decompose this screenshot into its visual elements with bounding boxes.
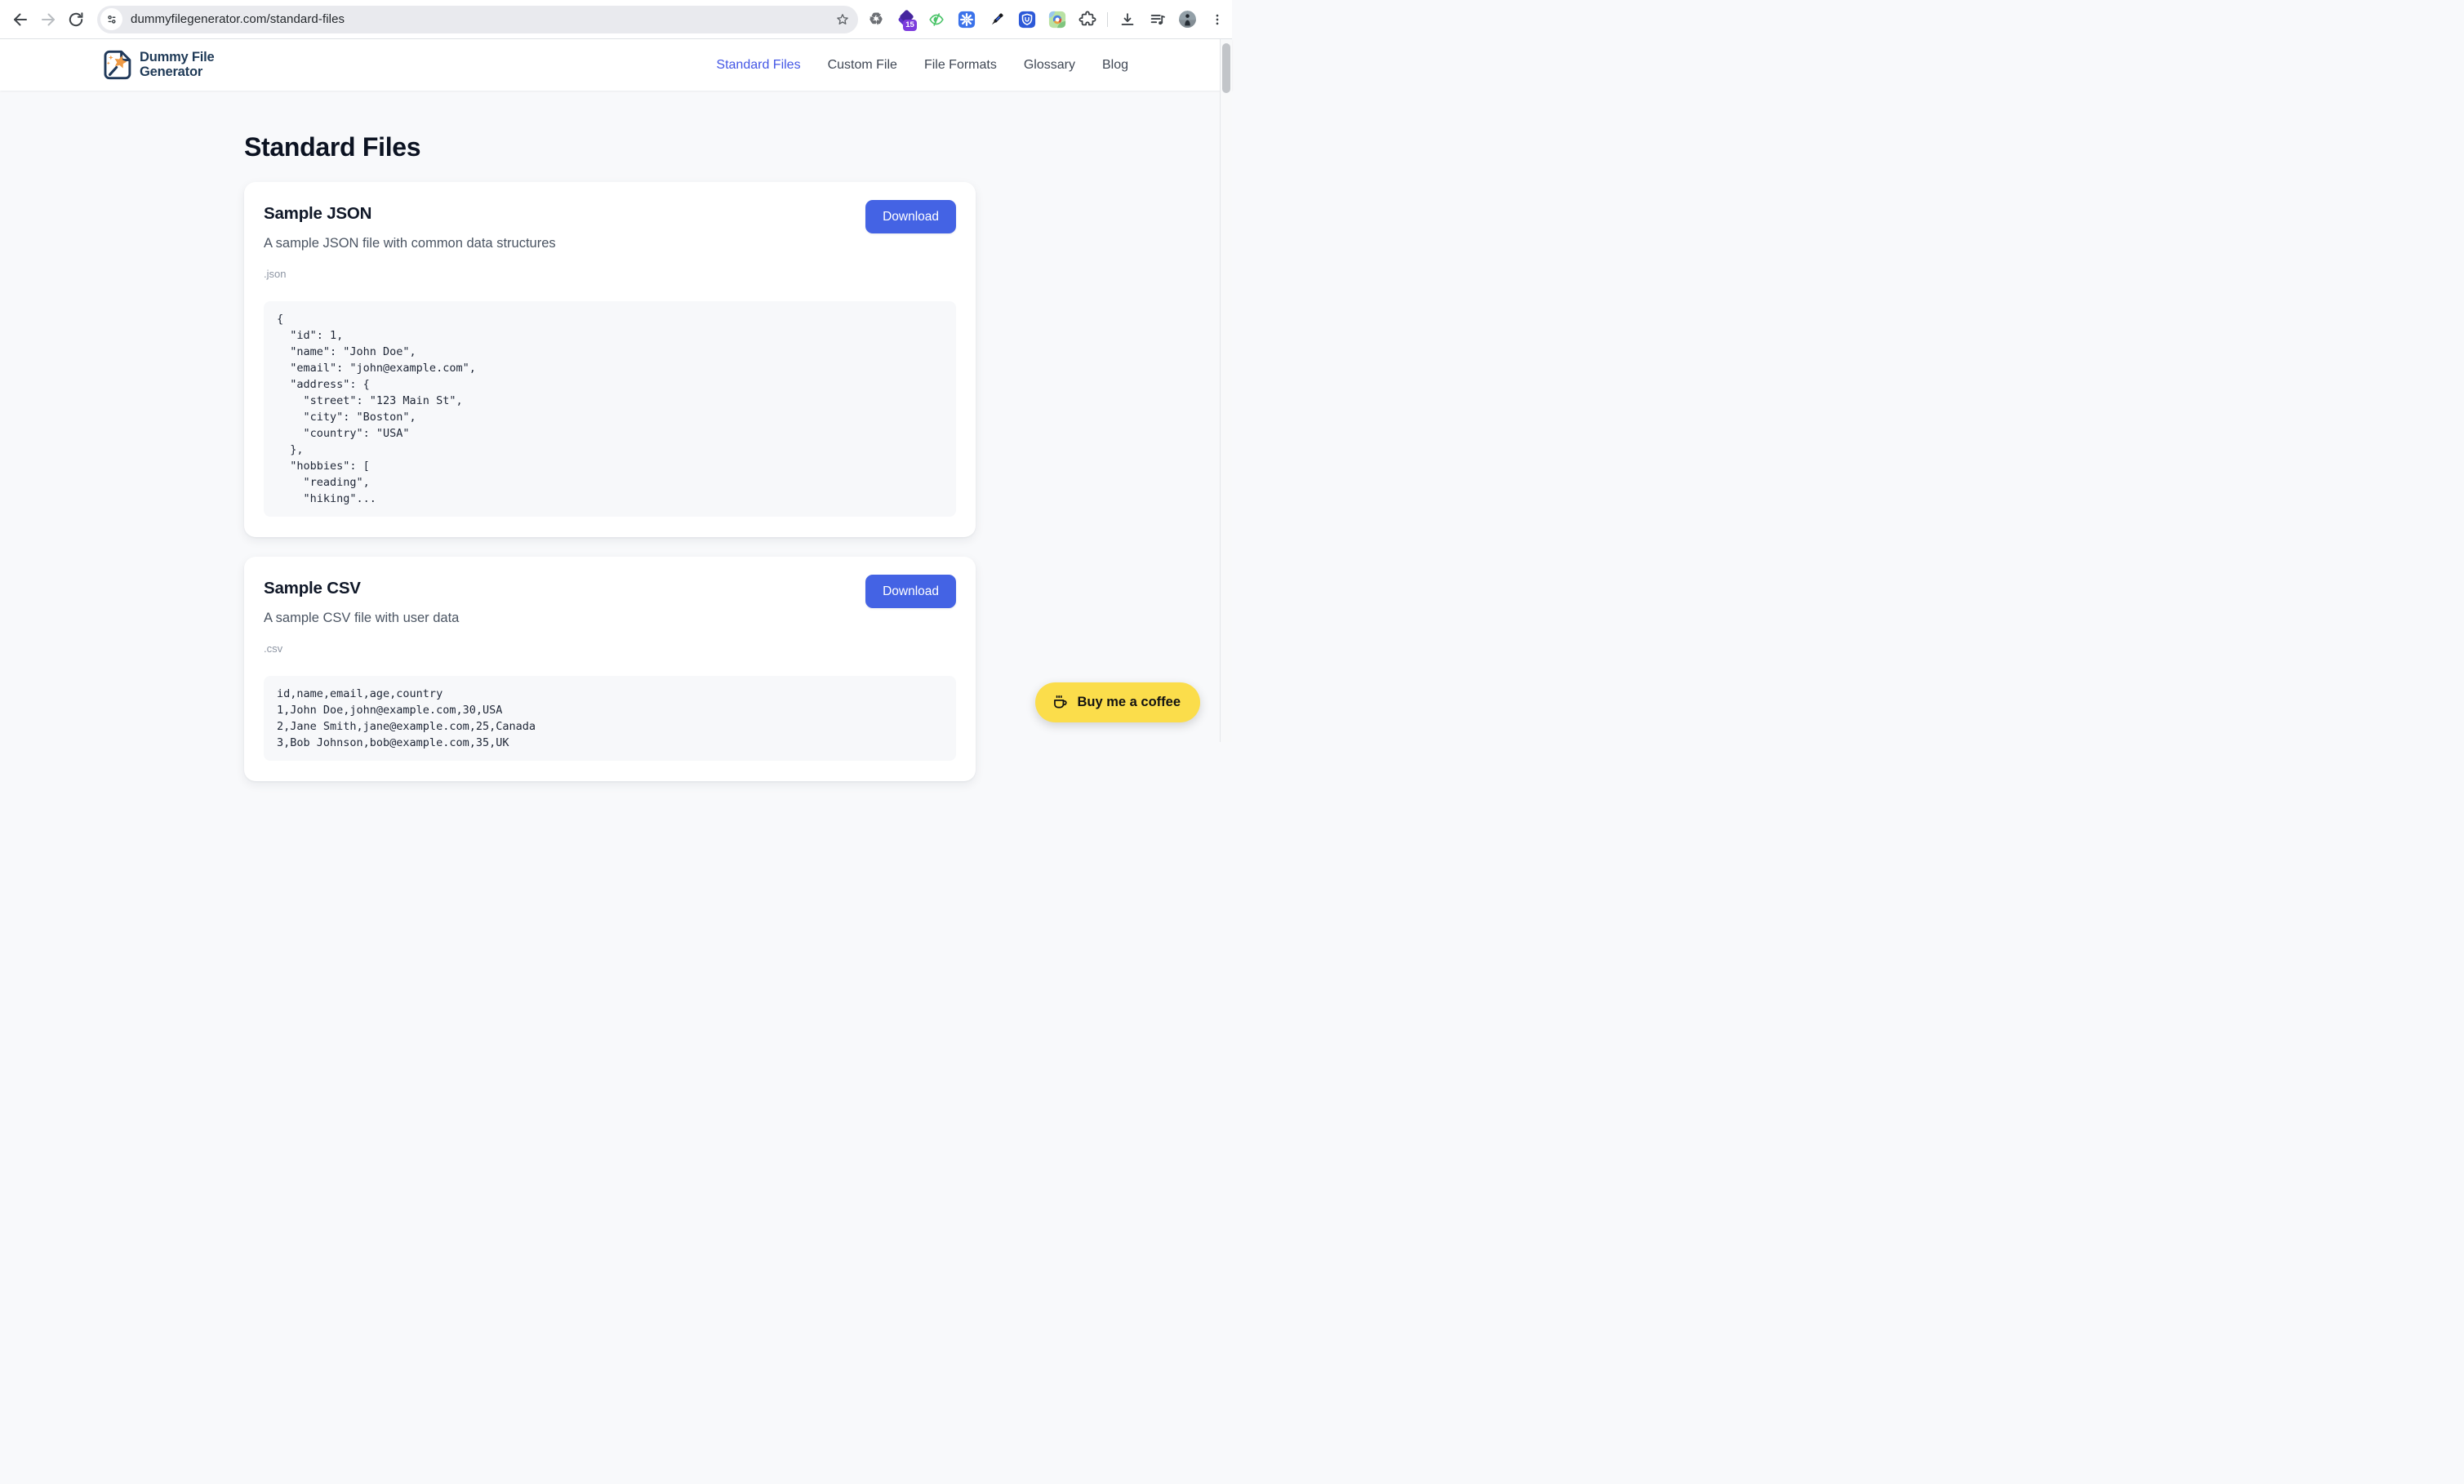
green-eye-leaf-extension-icon[interactable]: [927, 11, 945, 29]
file-extension-label: .json: [264, 268, 956, 281]
card-title: Sample JSON: [264, 204, 371, 224]
csv-code-preview: id,name,email,age,country 1,John Doe,joh…: [264, 676, 956, 761]
json-code-preview: { "id": 1, "name": "John Doe", "email": …: [264, 301, 956, 517]
card-description: A sample JSON file with common data stru…: [264, 233, 956, 253]
forward-icon: [38, 10, 58, 29]
main-nav: Standard Files Custom File File Formats …: [716, 58, 1128, 73]
page-scrollbar[interactable]: [1220, 39, 1232, 742]
bookmark-star-icon: [834, 11, 851, 28]
back-button[interactable]: [7, 6, 34, 33]
reload-button[interactable]: [62, 6, 90, 33]
main-content: Standard Files Sample JSON Download A sa…: [244, 131, 976, 781]
buy-me-a-coffee-button[interactable]: Buy me a coffee: [1035, 682, 1200, 722]
card-description: A sample CSV file with user data: [264, 608, 956, 628]
site-logo-text: Dummy File Generator: [140, 51, 215, 79]
browser-menu-button[interactable]: [1208, 11, 1226, 29]
password-shield-extension-icon[interactable]: [1018, 11, 1036, 29]
nav-standard-files[interactable]: Standard Files: [716, 58, 800, 73]
menu-dots-icon: [1210, 12, 1225, 27]
media-playlist-button[interactable]: [1149, 11, 1167, 29]
browser-window: dummyfilegenerator.com/standard-files ♻ …: [0, 0, 1232, 781]
site-settings-sliders-icon: [105, 12, 119, 27]
toolbar-divider: [1107, 12, 1108, 27]
nav-blog[interactable]: Blog: [1102, 58, 1128, 73]
download-json-button[interactable]: Download: [865, 200, 956, 233]
nav-glossary[interactable]: Glossary: [1024, 58, 1075, 73]
nav-file-formats[interactable]: File Formats: [924, 58, 997, 73]
page-title: Standard Files: [244, 131, 976, 162]
buy-me-a-coffee-label: Buy me a coffee: [1077, 695, 1181, 710]
browser-toolbar: dummyfilegenerator.com/standard-files ♻ …: [0, 0, 1232, 39]
extensions-puzzle-icon[interactable]: [1079, 11, 1096, 29]
downloads-icon: [1119, 11, 1136, 29]
color-picker-eyedropper-extension-icon[interactable]: [988, 11, 1006, 29]
file-extension-label: .csv: [264, 642, 956, 655]
reload-icon: [66, 10, 86, 29]
map-screenshot-extension-icon[interactable]: [1048, 11, 1066, 29]
recycle-extension-icon[interactable]: ♻: [867, 11, 885, 29]
logo-document-wand-icon: [100, 48, 134, 82]
card-header: Sample CSV Download: [264, 575, 956, 608]
blue-snowflake-extension-icon[interactable]: [958, 11, 976, 29]
nav-custom-file[interactable]: Custom File: [828, 58, 897, 73]
purple-diamond-extension-icon[interactable]: 15: [897, 11, 915, 29]
media-playlist-icon: [1149, 11, 1167, 29]
profile-avatar[interactable]: [1179, 11, 1196, 28]
forward-button[interactable]: [34, 6, 62, 33]
card-header: Sample JSON Download: [264, 200, 956, 233]
sample-json-card: Sample JSON Download A sample JSON file …: [244, 182, 976, 537]
site-settings-button[interactable]: [100, 8, 122, 30]
site-header: Dummy File Generator Standard Files Cust…: [0, 39, 1232, 91]
download-csv-button[interactable]: Download: [865, 575, 956, 608]
sample-csv-card: Sample CSV Download A sample CSV file wi…: [244, 557, 976, 781]
extensions-row: ♻ 15: [867, 11, 1096, 29]
url-text: dummyfilegenerator.com/standard-files: [131, 12, 345, 26]
url-bar[interactable]: dummyfilegenerator.com/standard-files: [97, 6, 858, 33]
downloads-button[interactable]: [1119, 11, 1136, 29]
extension-count-badge: 15: [903, 20, 917, 31]
back-icon: [11, 10, 30, 29]
scrollbar-thumb[interactable]: [1222, 43, 1230, 93]
coffee-cup-icon: [1052, 694, 1069, 711]
bookmark-button[interactable]: [834, 11, 851, 28]
toolbar-system-icons: [1119, 11, 1226, 29]
card-title: Sample CSV: [264, 579, 361, 598]
site-logo[interactable]: Dummy File Generator: [100, 48, 215, 82]
